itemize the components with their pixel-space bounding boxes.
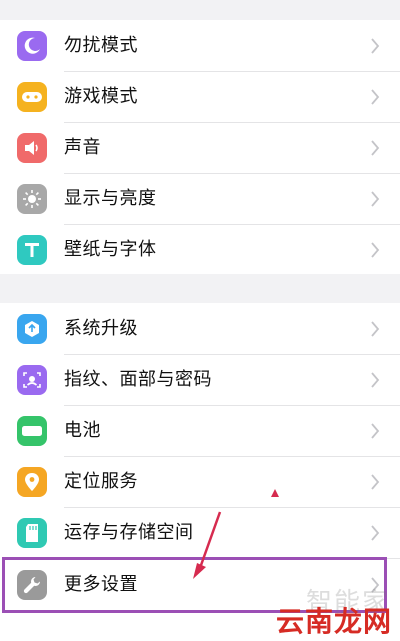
setting-label: 勿扰模式: [64, 35, 138, 56]
setting-label: 定位服务: [64, 471, 138, 492]
chevron-right-icon: [371, 38, 380, 54]
chevron-right-icon: [371, 372, 380, 388]
setting-label: 更多设置: [64, 574, 138, 595]
chevron-right-icon: [371, 525, 380, 541]
setting-label: 游戏模式: [64, 86, 138, 107]
battery-icon: [17, 416, 47, 446]
moon-icon: [17, 31, 47, 61]
chevron-right-icon: [371, 191, 380, 207]
sd-card-icon: [17, 518, 47, 548]
setting-label: 壁纸与字体: [64, 239, 157, 260]
chevron-right-icon: [371, 140, 380, 156]
setting-battery[interactable]: 电池: [0, 405, 400, 456]
top-background: [0, 0, 400, 20]
setting-do-not-disturb[interactable]: 勿扰模式: [0, 20, 400, 71]
setting-label: 显示与亮度: [64, 188, 157, 209]
location-pin-icon: [17, 467, 47, 497]
setting-label: 运存与存储空间: [64, 522, 194, 543]
chevron-right-icon: [371, 423, 380, 439]
gamepad-icon: [17, 82, 47, 112]
setting-sound[interactable]: 声音: [0, 122, 400, 173]
setting-label: 声音: [64, 137, 101, 158]
settings-group-1: 勿扰模式 游戏模式 声音 显示与亮度 壁纸与字体: [0, 20, 400, 274]
speaker-icon: [17, 133, 47, 163]
system-update-icon: [17, 314, 47, 344]
chevron-right-icon: [371, 321, 380, 337]
setting-label: 电池: [64, 420, 101, 441]
setting-label: 指纹、面部与密码: [64, 369, 212, 390]
setting-memory-storage[interactable]: 运存与存储空间: [0, 507, 400, 558]
setting-location-service[interactable]: 定位服务: [0, 456, 400, 507]
face-id-icon: [17, 365, 47, 395]
setting-display-brightness[interactable]: 显示与亮度: [0, 173, 400, 224]
setting-label: 系统升级: [64, 318, 138, 339]
setting-game-mode[interactable]: 游戏模式: [0, 71, 400, 122]
watermark-bottom: 云南龙网: [275, 605, 392, 638]
setting-fingerprint-face-password[interactable]: 指纹、面部与密码: [0, 354, 400, 405]
setting-system-update[interactable]: 系统升级: [0, 303, 400, 354]
chevron-right-icon: [371, 89, 380, 105]
wrench-icon: [17, 570, 47, 600]
setting-wallpaper-font[interactable]: 壁纸与字体: [0, 224, 400, 275]
font-t-icon: [17, 235, 47, 265]
chevron-right-icon: [371, 242, 380, 258]
chevron-right-icon: [371, 474, 380, 490]
sun-icon: [17, 184, 47, 214]
